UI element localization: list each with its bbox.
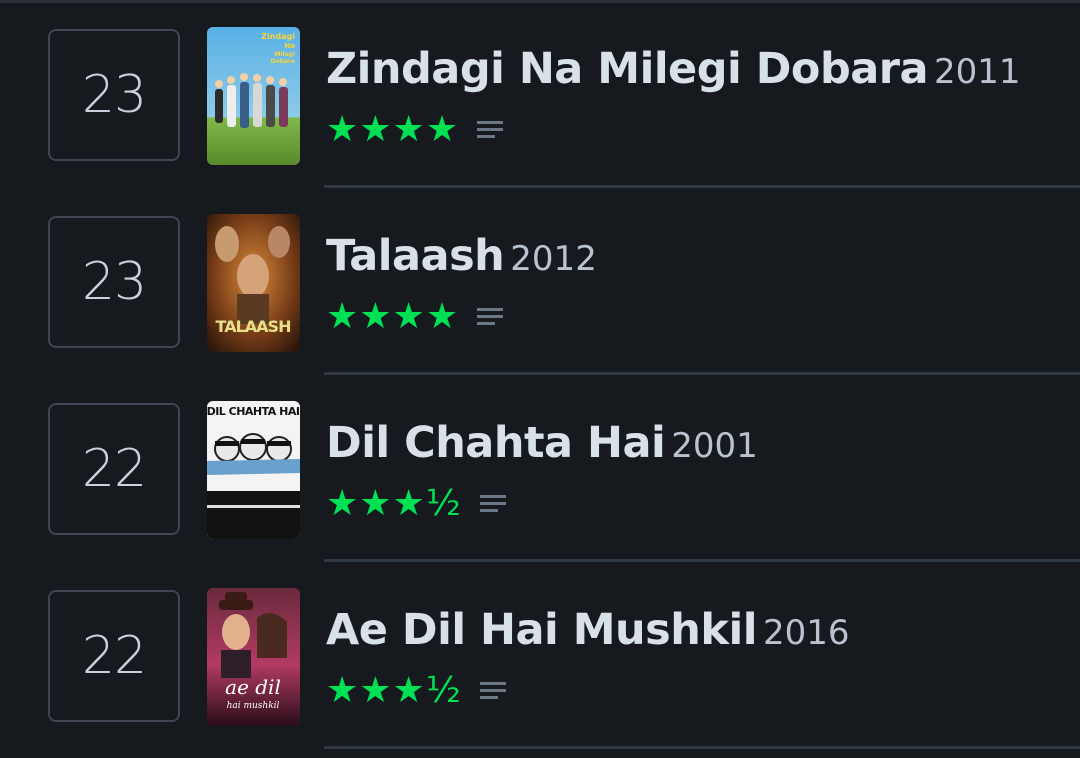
- film-title[interactable]: Zindagi Na Milegi Dobara: [326, 44, 928, 94]
- review-lines-icon[interactable]: [477, 306, 504, 328]
- film-title[interactable]: Dil Chahta Hai: [326, 418, 666, 468]
- film-heading: Dil Chahta Hai 2001: [326, 418, 758, 468]
- film-heading: Zindagi Na Milegi Dobara 2011: [326, 44, 1021, 94]
- svg-text:hai mushkil: hai mushkil: [227, 701, 280, 711]
- poster-art-zindagi: Zindagi Na Milegi Dobara: [207, 27, 300, 165]
- list-item: 22 DIL CHAHTA HAI Dil Chahta Hai 2001 ★★★…: [0, 374, 1080, 562]
- film-title[interactable]: Ae Dil Hai Mushkil: [326, 605, 757, 655]
- star-rating: ★★★½: [326, 670, 462, 711]
- film-year[interactable]: 2011: [934, 52, 1021, 92]
- poster-art-ae-dil-hai-mushkil: ae dil hai mushkil: [207, 588, 300, 726]
- rank-badge: 23: [48, 29, 180, 161]
- film-poster[interactable]: DIL CHAHTA HAI: [207, 401, 300, 539]
- rating-row: ★★★★: [326, 109, 504, 150]
- svg-text:Dobara: Dobara: [271, 58, 295, 65]
- rating-row: ★★★★: [326, 296, 504, 337]
- review-lines-icon[interactable]: [479, 680, 506, 702]
- film-poster[interactable]: TALAASH: [207, 214, 300, 352]
- svg-text:DIL CHAHTA HAI: DIL CHAHTA HAI: [207, 405, 300, 418]
- poster-art-talaash: TALAASH: [207, 214, 300, 352]
- svg-text:Na: Na: [284, 42, 295, 50]
- rank-badge: 22: [48, 403, 180, 535]
- film-year[interactable]: 2012: [510, 239, 597, 279]
- film-heading: Talaash 2012: [326, 231, 597, 281]
- list-item: 22 ae dil hai mushkil Ae Dil Hai Mushkil…: [0, 561, 1080, 749]
- film-title[interactable]: Talaash: [326, 231, 505, 281]
- list-item: 23 Zindagi Na Milegi Dobara Zindagi Na M…: [0, 0, 1080, 188]
- star-rating: ★★★★: [326, 109, 460, 150]
- star-rating: ★★★★: [326, 296, 460, 337]
- film-year[interactable]: 2001: [671, 426, 758, 466]
- rank-badge: 23: [48, 216, 180, 348]
- film-heading: Ae Dil Hai Mushkil 2016: [326, 605, 849, 655]
- svg-text:TALAASH: TALAASH: [216, 317, 291, 336]
- rating-row: ★★★½: [326, 483, 506, 524]
- svg-text:Zindagi: Zindagi: [261, 32, 295, 41]
- svg-text:Milegi: Milegi: [274, 51, 295, 58]
- list-item: 23 TALAASH Talaash 2012 ★★★★: [0, 187, 1080, 375]
- film-poster[interactable]: ae dil hai mushkil: [207, 588, 300, 726]
- film-year[interactable]: 2016: [763, 613, 850, 653]
- film-poster[interactable]: Zindagi Na Milegi Dobara: [207, 27, 300, 165]
- star-rating: ★★★½: [326, 483, 462, 524]
- review-lines-icon[interactable]: [477, 119, 504, 141]
- film-list-page: 23 Zindagi Na Milegi Dobara Zindagi Na M…: [0, 0, 1080, 758]
- rank-badge: 22: [48, 590, 180, 722]
- svg-text:ae dil: ae dil: [225, 675, 281, 699]
- rating-row: ★★★½: [326, 670, 506, 711]
- review-lines-icon[interactable]: [479, 493, 506, 515]
- row-divider: [324, 746, 1080, 749]
- poster-art-dil-chahta-hai: DIL CHAHTA HAI: [207, 401, 300, 539]
